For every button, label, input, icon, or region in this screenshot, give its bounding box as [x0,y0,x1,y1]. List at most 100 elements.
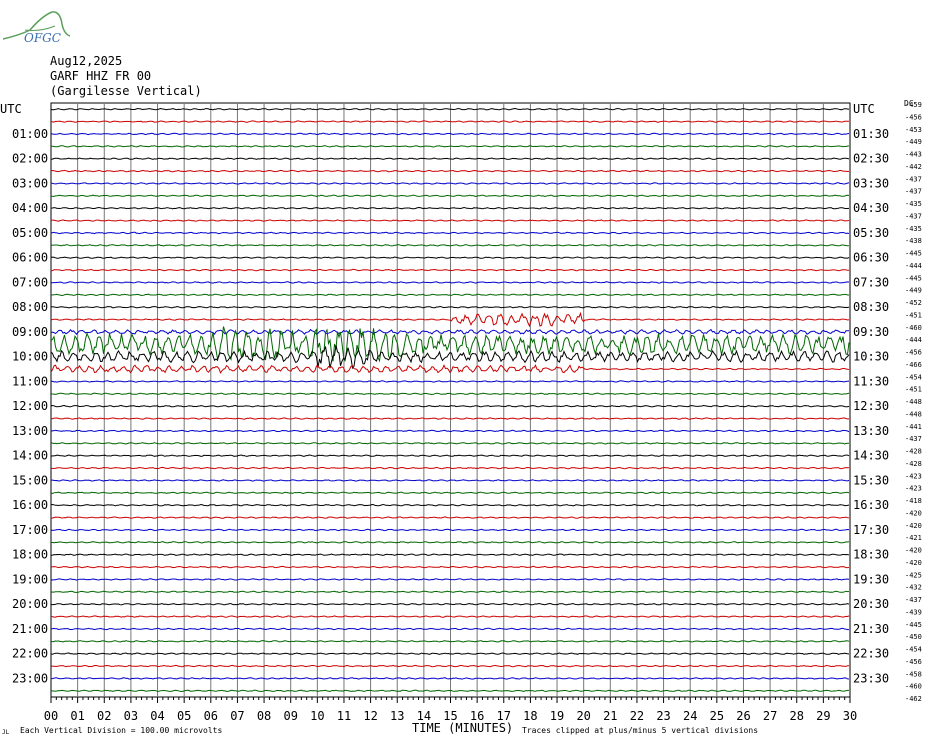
x-tick-label: 00 [44,709,58,723]
hour-label-right: 13:30 [853,424,889,438]
hour-label-right: 17:30 [853,523,889,537]
hour-label-right: 22:30 [853,647,889,661]
x-tick-label: 08 [257,709,271,723]
dc-offset-value: -423 [905,485,922,493]
hour-label-left: 21:00 [12,622,48,636]
dc-offset-value: -428 [905,448,922,456]
x-tick-label: 05 [177,709,191,723]
dc-offset-value: -418 [905,497,922,505]
dc-offset-value: -460 [905,683,922,691]
x-tick-label: 20 [576,709,590,723]
dc-offset-value: -445 [905,250,922,258]
hour-label-right: 09:30 [853,325,889,339]
x-tick-label: 29 [816,709,830,723]
dc-offset-value: -453 [905,126,922,134]
seismic-trace [50,602,850,606]
hour-label-left: 01:00 [12,127,48,141]
hour-label-left: UTC [0,102,22,116]
x-tick-label: 21 [603,709,617,723]
hour-label-left: 12:00 [12,399,48,413]
x-axis-title: TIME (MINUTES) [412,721,513,735]
x-tick-label: 02 [97,709,111,723]
hour-label-right: 19:30 [853,572,889,586]
hour-label-left: 18:00 [12,548,48,562]
dc-offset-value: -466 [905,361,922,369]
hour-label-right: 14:30 [853,449,889,463]
hour-label-right: 05:30 [853,226,889,240]
clip-note: Traces clipped at plus/minus 5 vertical … [522,726,758,735]
hour-label-left: 19:00 [12,572,48,586]
x-tick-label: 13 [390,709,404,723]
x-tick-label: 01 [70,709,84,723]
x-tick-label: 26 [736,709,750,723]
hour-label-left: 10:00 [12,350,48,364]
hour-label-right: 16:30 [853,498,889,512]
dc-offset-value: -451 [905,386,922,394]
hour-label-right: 12:30 [853,399,889,413]
x-tick-label: 09 [283,709,297,723]
hour-label-right: 03:30 [853,176,889,190]
dc-offset-value: -444 [905,336,922,344]
x-tick-label: 25 [710,709,724,723]
hour-label-left: 03:00 [12,176,48,190]
x-tick-label: 23 [656,709,670,723]
dc-offset-value: -421 [905,534,922,542]
dc-offset-value: -445 [905,621,922,629]
dc-offset-value: -444 [905,262,922,270]
dc-offset-value: -435 [905,200,922,208]
dc-offset-value: -456 [905,113,922,121]
dc-offset-value: -437 [905,188,922,196]
hour-label-left: 06:00 [12,251,48,265]
hour-label-right: UTC [853,102,875,116]
hour-label-right: 02:30 [853,152,889,166]
dc-offset-value: -437 [905,435,922,443]
hour-label-left: 22:00 [12,647,48,661]
dc-offset-value: -456 [905,349,922,357]
dc-offset-value: -428 [905,460,922,468]
dc-offset-value: -437 [905,212,922,220]
x-tick-label: 18 [523,709,537,723]
dc-offset-value: -441 [905,423,922,431]
dc-offset-value: -449 [905,138,922,146]
dc-offset-value: -437 [905,175,922,183]
hour-label-right: 01:30 [853,127,889,141]
hour-label-right: 07:30 [853,275,889,289]
dc-offset-value: -454 [905,373,922,381]
x-tick-label: 10 [310,709,324,723]
helicorder-chart: UTC 01:00 02:00 03:00 04:00 05:00 06:00 07:00 08… [0,99,922,736]
dc-offset-value: -423 [905,472,922,480]
hour-label-left: 08:00 [12,300,48,314]
corner-mark: JL [2,729,10,736]
hour-label-right: 23:30 [853,671,889,685]
hour-label-left: 14:00 [12,449,48,463]
hour-label-left: 07:00 [12,275,48,289]
dc-offset-value: -435 [905,225,922,233]
dc-offset-value: -438 [905,237,922,245]
dc-offset-value: -460 [905,324,922,332]
hour-label-left: 23:00 [12,671,48,685]
dc-offset-value: -458 [905,670,922,678]
x-tick-label: 19 [550,709,564,723]
hour-label-right: 20:30 [853,597,889,611]
hour-label-right: 04:30 [853,201,889,215]
dc-offset-value: -452 [905,299,922,307]
dc-offset-value: -420 [905,522,922,530]
dc-offset-value: -443 [905,151,922,159]
dc-offset-value: -439 [905,608,922,616]
scale-note: Each Vertical Division = 100.00 microvol… [20,726,222,735]
dc-offset-value: -420 [905,547,922,555]
x-tick-label: 12 [363,709,377,723]
hour-label-right: 06:30 [853,251,889,265]
hour-label-left: 05:00 [12,226,48,240]
dc-offset-value: -448 [905,398,922,406]
hour-label-left: 17:00 [12,523,48,537]
dc-offset-value: -456 [905,658,922,666]
x-tick-label: 06 [204,709,218,723]
x-tick-label: 28 [790,709,804,723]
x-tick-label: 30 [843,709,857,723]
dc-offset-value: -420 [905,559,922,567]
dc-offset-value: -449 [905,287,922,295]
hour-label-right: 08:30 [853,300,889,314]
x-tick-label: 24 [683,709,697,723]
x-tick-label: 03 [124,709,138,723]
